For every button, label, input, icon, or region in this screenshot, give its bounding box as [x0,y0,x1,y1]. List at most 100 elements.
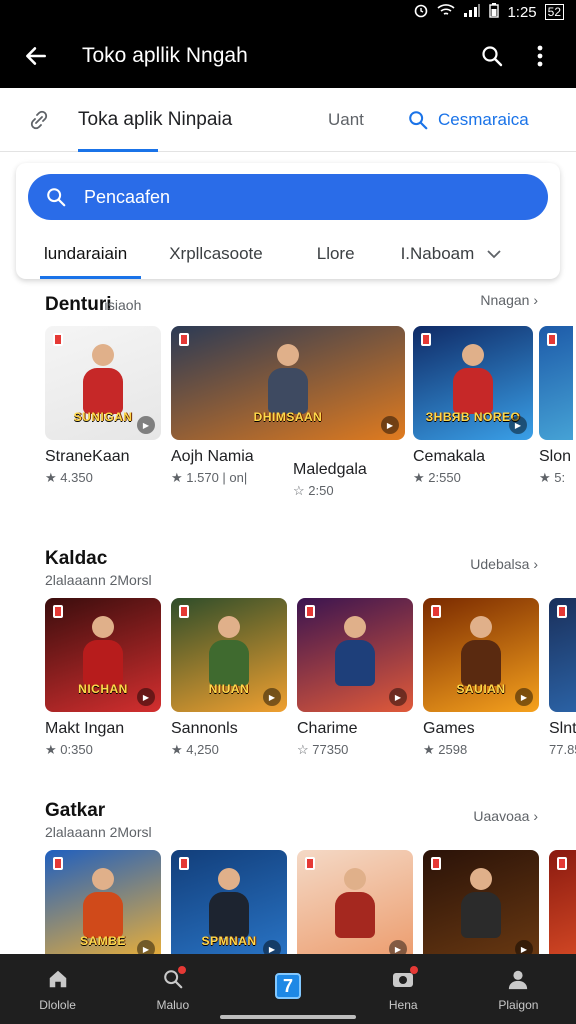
app-card[interactable]: NIUAN ▶ Sannonls ★ 4,250 [171,598,287,758]
section-subtitle: 2lalaaann 2Morsl [45,824,152,840]
app-rating: ★ 2598 [423,742,468,757]
battery-level: 52 [544,4,564,20]
game-badge-icon [53,857,63,870]
app-thumbnail: SAUIAN ▶ [423,598,539,712]
app-card[interactable]: ЗНВЯВ NOREO ▶ Cemakala ★ 2:550 [413,326,533,499]
search-button[interactable] [468,44,516,68]
tab-category-1[interactable]: lundaraiain [39,229,142,279]
home-icon [47,966,69,992]
game-character-art [335,616,375,686]
search-link[interactable]: Cesmaraica [438,110,529,130]
search-placeholder: Pencaafen [84,186,171,207]
tab-main[interactable]: Toka aplik Ninpaia [78,88,328,152]
app-name: StraneKaan [45,448,130,465]
app-card[interactable]: SAUIAN ▶ Games ★ 2598 [423,598,539,758]
app-thumbnail: ▶ [423,850,539,964]
nav-label: Maluo [156,998,190,1012]
more-options-button[interactable] [516,45,564,67]
game-badge-icon [557,857,567,870]
app-name: Charime [297,720,358,737]
game-badge-icon [431,857,441,870]
app-card[interactable]: SAMBE ▶ [45,850,161,964]
link-icon[interactable] [0,108,78,132]
app-card[interactable]: Maledgala ☆ 2:50 [293,326,403,499]
app-card[interactable]: ▶ [297,850,413,964]
nav-item-profile[interactable]: Plaigon [461,954,576,1024]
game-logo: FI [557,934,576,948]
game-badge-icon [557,605,567,618]
game-badge-icon [53,333,63,346]
search-icon[interactable] [398,109,438,131]
app-rating: 77.85 [549,742,576,757]
play-icon[interactable]: ▶ [515,688,533,706]
app-card[interactable]: FI▶ [549,850,576,964]
nav-item-hena[interactable]: Hena [346,954,461,1024]
game-character-art [83,868,123,938]
app-thumbnail: ▶ [297,598,413,712]
section-title: Gatkar [45,800,106,821]
app-row: NICHAN ▶ Makt Ingan ★ 0:350 NIUAN ▶ Sannonls ★… [45,598,576,758]
app-card[interactable]: ▶ Charime ☆ 77350 [297,598,413,758]
app-card[interactable]: SUNIGAN ▶ StraneKaan ★ 4.350 [45,326,161,486]
play-icon[interactable]: ▶ [263,688,281,706]
play-icon[interactable]: ▶ [137,688,155,706]
app-thumbnail: SUNIGAN ▶ [45,326,161,440]
play-icon[interactable]: ▶ [137,416,155,434]
nav-item-center[interactable]: 7 [230,954,345,1024]
app-rating: ★ 5: [539,470,566,485]
app-thumbnail: ▶ [297,850,413,964]
app-card[interactable]: ▶ Slon ★ 5: [539,326,573,499]
app-thumbnail: NICHAN ▶ [45,598,161,712]
game-badge-icon [179,605,189,618]
page-title: Toko apllik Nngah [82,44,248,67]
app-card[interactable]: ▶ [423,850,539,964]
tab-secondary[interactable]: Uant [328,110,398,130]
app-name: Makt Ingan [45,720,125,737]
see-more-link[interactable]: Uaavoaa › [473,808,538,824]
app-name: Slnti [549,720,576,737]
app-rating: ★ 0:350 [45,742,93,757]
app-thumbnail: SAMBE ▶ [45,850,161,964]
app-name: Slon [539,448,572,465]
tab-category-2[interactable]: Xrpllcasoote [169,229,263,279]
see-more-link[interactable]: Udebalsa › [470,556,538,572]
game-badge-icon [305,857,315,870]
app-row: Maledgala ☆ 2:50 ЗНВЯВ NOREO ▶ Cemakala ★ 2:… [293,326,573,499]
category-tabs: lundaraiain Xrpllcasoote Llore I.Naboam [16,229,560,279]
tab-category-3[interactable]: Llore [317,229,355,279]
app-rating: ☆ 2:50 [293,483,334,498]
play-icon[interactable]: ▶ [389,688,407,706]
section-title: Kaldac [45,548,108,569]
app-row: SAMBE▶ SPMNAN▶ ▶ ▶ FI▶ [45,850,576,964]
section-subtitle: ısiaoh [104,297,142,313]
notification-dot [410,966,419,974]
alarm-icon [413,2,429,22]
app-thumbnail: ЗНВЯВ NOREO ▶ [413,326,533,440]
play-icon[interactable]: ▶ [509,416,527,434]
app-center-icon: 7 [275,973,301,999]
app-card[interactable]: NICHAN ▶ Makt Ingan ★ 0:350 [45,598,161,758]
back-button[interactable] [0,43,72,69]
search-input[interactable]: Pencaafen [28,174,548,220]
game-badge-icon [431,605,441,618]
section-subtitle: 2lalaaann 2Morsl [45,572,152,588]
app-name: Sannonls [171,720,238,737]
nav-label: Plaigon [498,998,539,1012]
app-rating: ★ 4.350 [45,470,93,485]
nav-item-search[interactable]: Maluo [115,954,230,1024]
tab-category-4[interactable]: I.Naboam [401,229,475,279]
app-card[interactable]: ▶ Slnti 77.85 [549,598,576,758]
bottom-nav: Dlolole Maluo 7 Hena Plaigon [0,954,576,1024]
game-badge-icon [53,605,63,618]
battery-icon [489,2,500,22]
app-thumbnail: ▶ [539,326,573,440]
app-name: Cemakala [413,448,486,465]
see-more-link[interactable]: Nnagan › [480,292,538,308]
app-card[interactable]: SPMNAN ▶ [171,850,287,964]
more-vert-icon [537,45,543,67]
app-thumbnail: NIUAN ▶ [171,598,287,712]
nav-item-home[interactable]: Dlolole [0,954,115,1024]
chevron-down-icon[interactable] [486,244,502,264]
app-bar: Toko apllik Nngah [0,24,576,88]
game-badge-icon [421,333,431,346]
